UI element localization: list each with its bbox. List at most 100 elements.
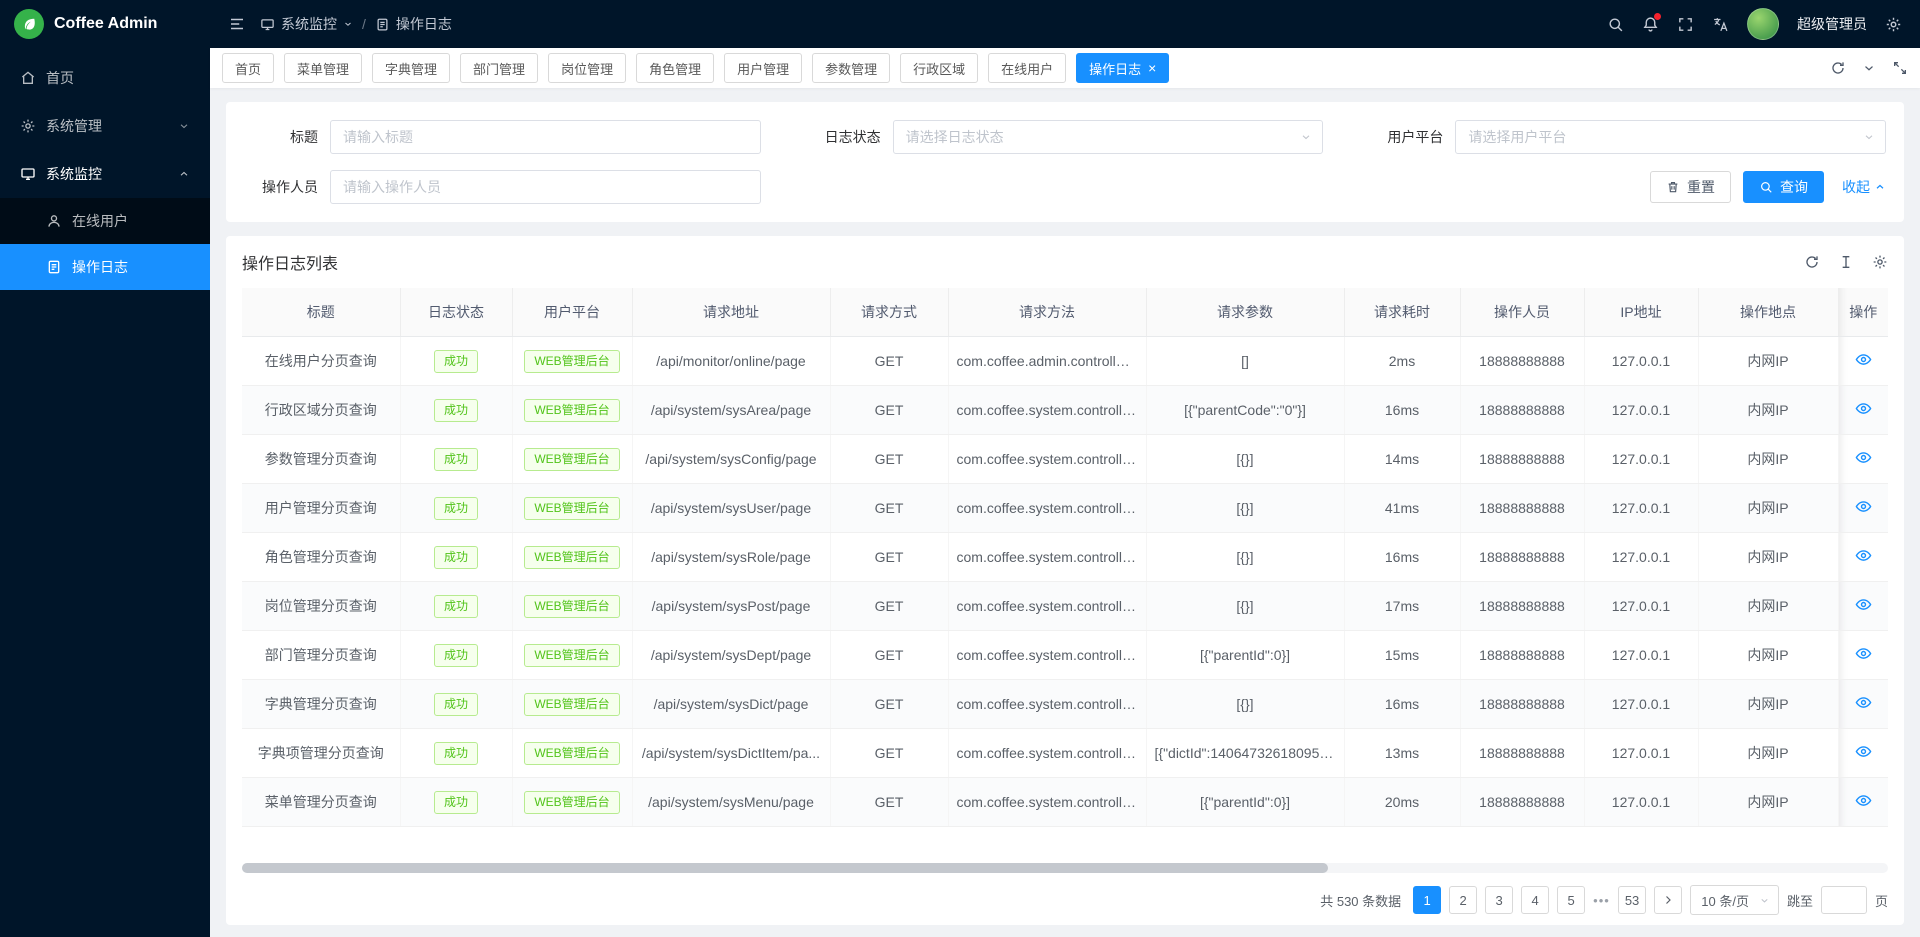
cell-handler: com.coffee.system.controlle... (948, 631, 1146, 680)
cell-duration: 15ms (1344, 631, 1460, 680)
cell-operator: 18888888888 (1460, 435, 1584, 484)
column-settings-gear-icon[interactable] (1872, 254, 1888, 270)
jump-label: 跳至 (1787, 891, 1813, 910)
table-row: 参数管理分页查询成功WEB管理后台/api/system/sysConfig/p… (242, 435, 1888, 484)
cell-action (1838, 582, 1888, 631)
tab-label: 岗位管理 (561, 59, 613, 78)
page-button-4[interactable]: 4 (1521, 886, 1549, 914)
tab-config-management[interactable]: 参数管理 (812, 53, 890, 83)
table-row: 菜单管理分页查询成功WEB管理后台/api/system/sysMenu/pag… (242, 778, 1888, 827)
cell-ip: 127.0.0.1 (1584, 386, 1698, 435)
tab-operation-log[interactable]: 操作日志× (1076, 53, 1169, 83)
notification-bell-icon[interactable] (1642, 16, 1659, 33)
fullscreen-icon[interactable] (1677, 16, 1694, 33)
tab-role-management[interactable]: 角色管理 (636, 53, 714, 83)
next-page-button[interactable] (1654, 886, 1682, 914)
translate-icon[interactable] (1712, 16, 1729, 33)
view-detail-eye-icon[interactable] (1855, 498, 1872, 515)
table-header-row: 标题日志状态用户平台请求地址请求方式请求方法请求参数请求耗时操作人员IP地址操作… (242, 288, 1888, 337)
cell-params: [{}] (1146, 533, 1344, 582)
scrollbar-thumb[interactable] (242, 863, 1328, 873)
page-button-3[interactable]: 3 (1485, 886, 1513, 914)
sidebar-item-system-management[interactable]: 系统管理 (0, 102, 210, 150)
jump-page-input[interactable] (1821, 886, 1867, 914)
sidebar-item-label: 在线用户 (72, 211, 128, 231)
content-fullscreen-icon[interactable] (1892, 60, 1908, 76)
view-detail-eye-icon[interactable] (1855, 743, 1872, 760)
page-size-select[interactable]: 10 条/页 (1690, 885, 1779, 915)
tab-close-icon[interactable]: × (1148, 61, 1156, 75)
refresh-tabs-icon[interactable] (1830, 60, 1846, 76)
platform-tag: WEB管理后台 (524, 791, 619, 814)
column-header: 操作人员 (1460, 288, 1584, 337)
tab-label: 行政区域 (913, 59, 965, 78)
cell-title: 菜单管理分页查询 (242, 778, 400, 827)
tab-online-users[interactable]: 在线用户 (988, 53, 1066, 83)
table-row: 岗位管理分页查询成功WEB管理后台/api/system/sysPost/pag… (242, 582, 1888, 631)
view-detail-eye-icon[interactable] (1855, 645, 1872, 662)
table-body: 在线用户分页查询成功WEB管理后台/api/monitor/online/pag… (242, 337, 1888, 827)
select-placeholder: 请选择日志状态 (906, 127, 1004, 147)
table-row: 部门管理分页查询成功WEB管理后台/api/system/sysDept/pag… (242, 631, 1888, 680)
search-button[interactable]: 查询 (1743, 171, 1824, 203)
cell-title: 字典管理分页查询 (242, 680, 400, 729)
tab-area-management[interactable]: 行政区域 (900, 53, 978, 83)
breadcrumb-parent[interactable]: 系统监控 (260, 14, 353, 34)
user-name[interactable]: 超级管理员 (1797, 14, 1867, 34)
cell-location: 内网IP (1698, 729, 1838, 778)
pagination-ellipsis[interactable]: ••• (1593, 893, 1610, 908)
reset-button[interactable]: 重置 (1650, 171, 1731, 203)
page-button-1[interactable]: 1 (1413, 886, 1441, 914)
page-button-53[interactable]: 53 (1618, 886, 1646, 914)
filter-actions: 重置 查询 收起 (807, 170, 1886, 204)
sidebar-item-home[interactable]: 首页 (0, 54, 210, 102)
document-icon (46, 259, 62, 275)
view-detail-eye-icon[interactable] (1855, 449, 1872, 466)
horizontal-scrollbar[interactable] (242, 863, 1888, 873)
user-avatar[interactable] (1747, 8, 1779, 40)
status-tag: 成功 (434, 497, 478, 520)
tab-dict-management[interactable]: 字典管理 (372, 53, 450, 83)
cell-operator: 18888888888 (1460, 778, 1584, 827)
view-detail-eye-icon[interactable] (1855, 400, 1872, 417)
view-detail-eye-icon[interactable] (1855, 694, 1872, 711)
cell-platform: WEB管理后台 (512, 778, 632, 827)
collapse-sidebar-icon[interactable] (228, 15, 246, 33)
page-button-2[interactable]: 2 (1449, 886, 1477, 914)
card-title: 操作日志列表 (242, 250, 338, 274)
table-wrap: 标题日志状态用户平台请求地址请求方式请求方法请求参数请求耗时操作人员IP地址操作… (242, 288, 1888, 855)
gear-icon (20, 118, 36, 134)
view-detail-eye-icon[interactable] (1855, 792, 1872, 809)
search-icon[interactable] (1607, 16, 1624, 33)
filter-panel: 标题 日志状态 请选择日志状态 用户平台 请选择用户平台 (226, 102, 1904, 222)
cell-method: GET (830, 582, 948, 631)
cell-method: GET (830, 337, 948, 386)
tab-menu-chevron-down-icon[interactable] (1862, 61, 1876, 75)
user-platform-select[interactable]: 请选择用户平台 (1455, 120, 1886, 154)
cell-handler: com.coffee.system.controlle... (948, 435, 1146, 484)
tab-home[interactable]: 首页 (222, 53, 274, 83)
cell-location: 内网IP (1698, 778, 1838, 827)
view-detail-eye-icon[interactable] (1855, 351, 1872, 368)
title-input[interactable] (330, 120, 761, 154)
view-detail-eye-icon[interactable] (1855, 547, 1872, 564)
sidebar-item-online-users[interactable]: 在线用户 (0, 198, 210, 244)
tab-dept-management[interactable]: 部门管理 (460, 53, 538, 83)
cell-platform: WEB管理后台 (512, 729, 632, 778)
log-status-select[interactable]: 请选择日志状态 (893, 120, 1324, 154)
density-icon[interactable] (1838, 254, 1854, 270)
collapse-filter-link[interactable]: 收起 (1842, 177, 1886, 197)
tab-post-management[interactable]: 岗位管理 (548, 53, 626, 83)
tab-user-management[interactable]: 用户管理 (724, 53, 802, 83)
refresh-icon[interactable] (1804, 254, 1820, 270)
page-size-value: 10 条/页 (1701, 891, 1749, 910)
page-button-5[interactable]: 5 (1557, 886, 1585, 914)
view-detail-eye-icon[interactable] (1855, 596, 1872, 613)
tab-menu-management[interactable]: 菜单管理 (284, 53, 362, 83)
settings-gear-icon[interactable] (1885, 16, 1902, 33)
tab-label: 在线用户 (1001, 59, 1053, 78)
breadcrumb-current-label: 操作日志 (396, 14, 452, 34)
sidebar-item-system-monitoring[interactable]: 系统监控 (0, 150, 210, 198)
sidebar-item-operation-log[interactable]: 操作日志 (0, 244, 210, 290)
operator-input[interactable] (330, 170, 761, 204)
